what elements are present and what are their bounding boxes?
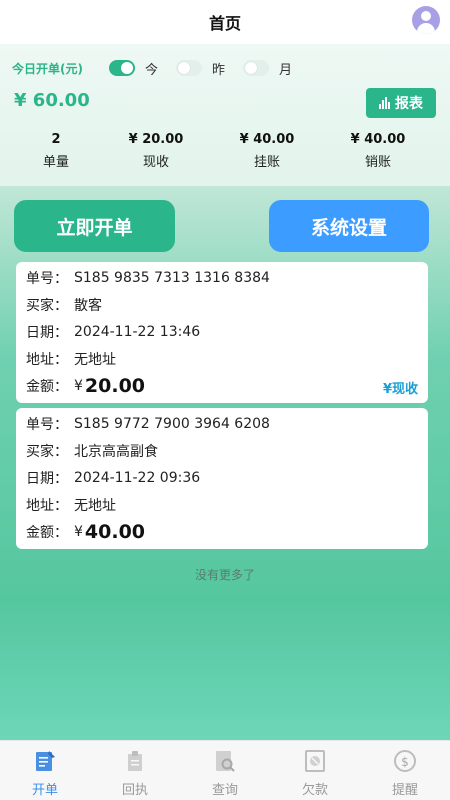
stat-value: 2	[51, 132, 61, 147]
date-label: 日期：	[26, 324, 68, 341]
buyer: 北京高高副食	[74, 443, 158, 460]
open-order-icon	[36, 751, 55, 771]
period-label-month: 月	[279, 62, 293, 78]
stat-value: ¥ 40.00	[239, 132, 295, 147]
page-title: 首页	[208, 14, 241, 33]
date-label: 日期：	[26, 470, 68, 487]
user-avatar-icon[interactable]	[412, 6, 440, 34]
address: 无地址	[74, 497, 116, 514]
currency-symbol: ¥	[74, 377, 83, 394]
debt-icon	[305, 750, 325, 772]
order-amount: 40.00	[84, 520, 146, 543]
order-amount: 20.00	[84, 374, 146, 397]
stat-label: 销账	[364, 155, 391, 170]
stat-credit: ¥ 40.00 挂账	[222, 132, 312, 170]
order-date: 2024-11-22 09:36	[74, 469, 201, 486]
bar-chart-icon	[379, 97, 390, 109]
address: 无地址	[74, 351, 116, 368]
stat-value: ¥ 20.00	[128, 132, 184, 147]
address-label: 地址：	[26, 497, 68, 514]
tab-debt[interactable]: 欠款	[270, 741, 360, 800]
stat-settled: ¥ 40.00 销账	[333, 132, 423, 170]
order-no: S185 9772 7900 3964 6208	[74, 415, 270, 432]
stat-label: 单量	[42, 155, 69, 170]
order-card[interactable]: 单号： S185 9835 7313 1316 8384 买家： 散客 日期： 202…	[16, 262, 428, 403]
period-label-yesterday: 昨	[212, 62, 226, 78]
period-label-today: 今	[144, 62, 158, 78]
order-no-label: 单号：	[26, 416, 68, 433]
order-no: S185 9835 7313 1316 8384	[74, 269, 270, 286]
tab-label: 欠款	[301, 783, 328, 798]
report-button[interactable]: 报表	[366, 88, 436, 118]
order-card[interactable]: 单号： S185 9772 7900 3964 6208 买家： 北京高高副食 日期…	[16, 408, 428, 549]
tab-receipt[interactable]: 回执	[90, 741, 180, 800]
open-order-button[interactable]: 立即开单	[14, 200, 175, 252]
tab-label: 提醒	[391, 783, 418, 798]
period-toggle-today[interactable]	[108, 60, 135, 76]
tab-label: 查询	[211, 783, 238, 798]
header-bar: 首页	[0, 0, 450, 44]
svg-text:$: $	[401, 755, 409, 769]
order-date: 2024-11-22 13:46	[74, 323, 201, 340]
tab-label: 回执	[121, 783, 148, 798]
stat-label: 挂账	[253, 155, 280, 170]
address-label: 地址：	[26, 351, 68, 368]
order-no-label: 单号：	[26, 270, 68, 287]
period-toggle-month[interactable]	[243, 60, 270, 76]
tab-reminder[interactable]: $ 提醒	[360, 741, 450, 800]
search-icon	[216, 751, 235, 772]
stats-row: 2 单量 ¥ 20.00 现收 ¥ 40.00 挂账 ¥ 40.00 销账	[0, 132, 450, 182]
status-badge: ¥现收	[382, 382, 418, 397]
stat-value: ¥ 40.00	[350, 132, 406, 147]
today-label: 今日开单(元)	[12, 61, 83, 76]
no-more-text: 没有更多了	[194, 568, 255, 582]
stat-order-count: 2 单量	[11, 132, 101, 170]
period-toggle-yesterday[interactable]	[176, 60, 202, 76]
stat-cash: ¥ 20.00 现收	[111, 132, 201, 170]
tab-label: 开单	[31, 783, 58, 798]
system-settings-button[interactable]: 系统设置	[269, 200, 429, 252]
tab-open-order[interactable]: 开单	[0, 741, 90, 800]
buyer-label: 买家：	[26, 443, 68, 460]
receipt-icon	[128, 751, 142, 771]
tab-query[interactable]: 查询	[180, 741, 270, 800]
currency-symbol: ¥	[74, 523, 83, 540]
amount-label: 金额：	[26, 378, 68, 395]
stat-label: 现收	[142, 155, 169, 170]
reminder-icon: $	[394, 750, 416, 772]
bottom-tab-bar: 开单 回执 查询 欠款 $ 提醒	[0, 740, 450, 800]
total-amount: ¥ 60.00	[14, 90, 90, 111]
report-button-label: 报表	[395, 96, 423, 112]
buyer: 散客	[74, 297, 102, 314]
buyer-label: 买家：	[26, 297, 68, 314]
summary-panel: 今日开单(元) 今 昨 月 ¥ 60.00 报表 2 单量 ¥ 20.00 现收…	[0, 44, 450, 186]
amount-label: 金额：	[26, 524, 68, 541]
